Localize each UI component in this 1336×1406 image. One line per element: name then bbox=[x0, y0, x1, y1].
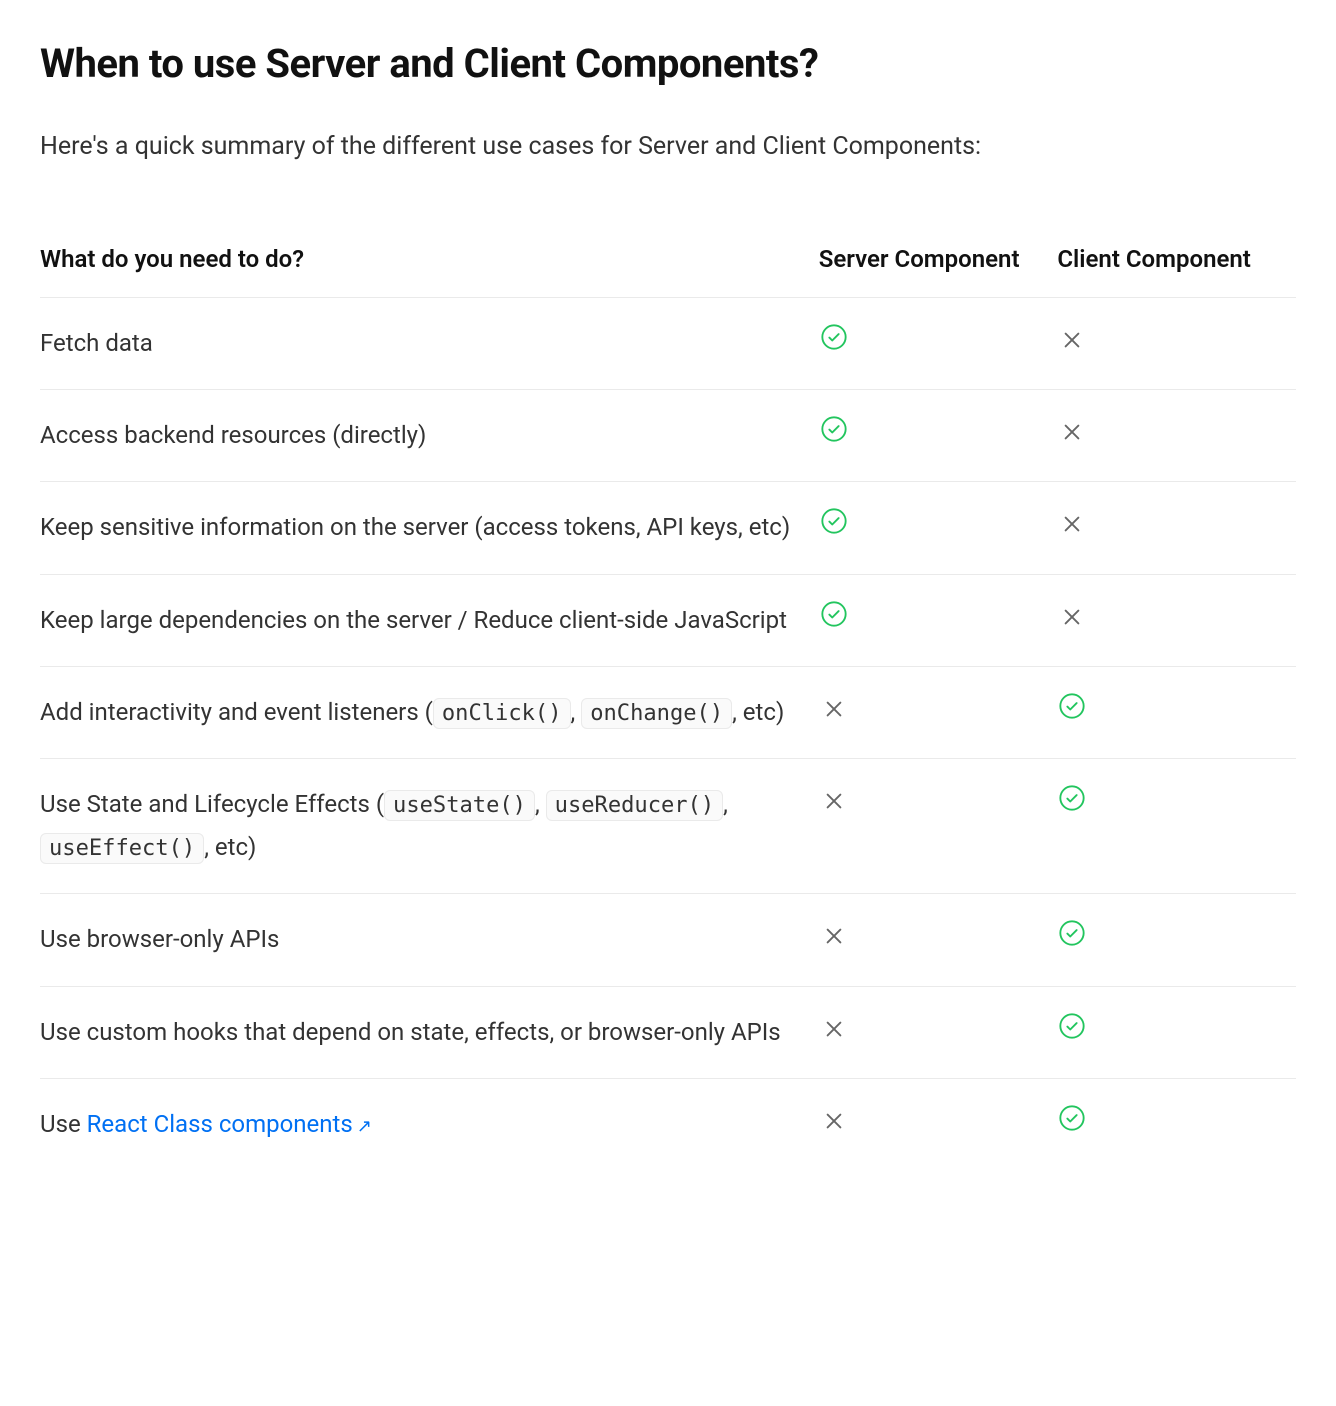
cell-text: Use custom hooks that depend on state, e… bbox=[40, 1018, 781, 1046]
task-cell: Fetch data bbox=[40, 298, 819, 390]
comparison-table: What do you need to do? Server Component… bbox=[40, 227, 1296, 1170]
client-cell bbox=[1057, 298, 1296, 390]
server-cell bbox=[819, 574, 1058, 666]
task-cell: Add interactivity and event listeners (o… bbox=[40, 666, 819, 758]
col-header-task: What do you need to do? bbox=[40, 227, 819, 298]
check-icon bbox=[819, 414, 849, 444]
client-cell bbox=[1057, 390, 1296, 482]
cell-text: , bbox=[535, 790, 546, 818]
inline-code: useEffect() bbox=[40, 833, 204, 864]
check-icon bbox=[819, 322, 849, 352]
cell-text: Use State and Lifecycle Effects ( bbox=[40, 790, 384, 818]
check-icon bbox=[1057, 918, 1087, 948]
server-cell bbox=[819, 986, 1058, 1078]
cell-text: , etc) bbox=[204, 833, 256, 861]
table-row: Add interactivity and event listeners (o… bbox=[40, 666, 1296, 758]
section-intro: Here's a quick summary of the different … bbox=[40, 127, 1296, 167]
cross-icon bbox=[819, 1014, 849, 1044]
inline-code: useState() bbox=[384, 790, 535, 821]
cell-text: Use bbox=[40, 1110, 87, 1138]
client-cell bbox=[1057, 894, 1296, 986]
inline-code: useReducer() bbox=[546, 790, 724, 821]
external-link-icon: ↗ bbox=[357, 1111, 372, 1143]
task-cell: Use State and Lifecycle Effects (useStat… bbox=[40, 758, 819, 893]
cross-icon bbox=[819, 786, 849, 816]
client-cell bbox=[1057, 666, 1296, 758]
task-cell: Use custom hooks that depend on state, e… bbox=[40, 986, 819, 1078]
client-cell bbox=[1057, 758, 1296, 893]
task-cell: Use browser-only APIs bbox=[40, 894, 819, 986]
cross-icon bbox=[1057, 602, 1087, 632]
table-row: Use browser-only APIs bbox=[40, 894, 1296, 986]
col-header-server: Server Component bbox=[819, 227, 1058, 298]
cross-icon bbox=[1057, 417, 1087, 447]
cell-text: , bbox=[571, 698, 582, 726]
inline-code: onClick() bbox=[433, 698, 571, 729]
task-cell: Access backend resources (directly) bbox=[40, 390, 819, 482]
server-cell bbox=[819, 666, 1058, 758]
server-cell bbox=[819, 758, 1058, 893]
cell-text: , etc) bbox=[732, 698, 784, 726]
table-row: Keep sensitive information on the server… bbox=[40, 482, 1296, 574]
check-icon bbox=[819, 599, 849, 629]
cross-icon bbox=[1057, 509, 1087, 539]
section-heading: When to use Server and Client Components… bbox=[40, 40, 1296, 87]
cell-text: Fetch data bbox=[40, 329, 153, 357]
check-icon bbox=[1057, 1011, 1087, 1041]
server-cell bbox=[819, 390, 1058, 482]
check-icon bbox=[819, 506, 849, 536]
server-cell bbox=[819, 298, 1058, 390]
inline-code: onChange() bbox=[581, 698, 732, 729]
cross-icon bbox=[819, 921, 849, 951]
server-cell bbox=[819, 482, 1058, 574]
cell-text: Access backend resources (directly) bbox=[40, 421, 426, 449]
check-icon bbox=[1057, 783, 1087, 813]
check-icon bbox=[1057, 691, 1087, 721]
cross-icon bbox=[1057, 325, 1087, 355]
check-icon bbox=[1057, 1103, 1087, 1133]
client-cell bbox=[1057, 482, 1296, 574]
table-row: Access backend resources (directly) bbox=[40, 390, 1296, 482]
external-link[interactable]: React Class components↗ bbox=[87, 1110, 372, 1138]
cell-text: , bbox=[723, 790, 728, 818]
cross-icon bbox=[819, 1106, 849, 1136]
task-cell: Use React Class components↗ bbox=[40, 1078, 819, 1170]
cell-text: Use browser-only APIs bbox=[40, 925, 279, 953]
cell-text: Keep large dependencies on the server / … bbox=[40, 606, 787, 634]
client-cell bbox=[1057, 986, 1296, 1078]
cross-icon bbox=[819, 694, 849, 724]
table-row: Use custom hooks that depend on state, e… bbox=[40, 986, 1296, 1078]
client-cell bbox=[1057, 574, 1296, 666]
server-cell bbox=[819, 1078, 1058, 1170]
server-cell bbox=[819, 894, 1058, 986]
cell-text: Keep sensitive information on the server… bbox=[40, 513, 790, 541]
table-row: Use State and Lifecycle Effects (useStat… bbox=[40, 758, 1296, 893]
table-row: Use React Class components↗ bbox=[40, 1078, 1296, 1170]
task-cell: Keep sensitive information on the server… bbox=[40, 482, 819, 574]
client-cell bbox=[1057, 1078, 1296, 1170]
table-row: Fetch data bbox=[40, 298, 1296, 390]
cell-text: Add interactivity and event listeners ( bbox=[40, 698, 433, 726]
task-cell: Keep large dependencies on the server / … bbox=[40, 574, 819, 666]
table-row: Keep large dependencies on the server / … bbox=[40, 574, 1296, 666]
col-header-client: Client Component bbox=[1057, 227, 1296, 298]
